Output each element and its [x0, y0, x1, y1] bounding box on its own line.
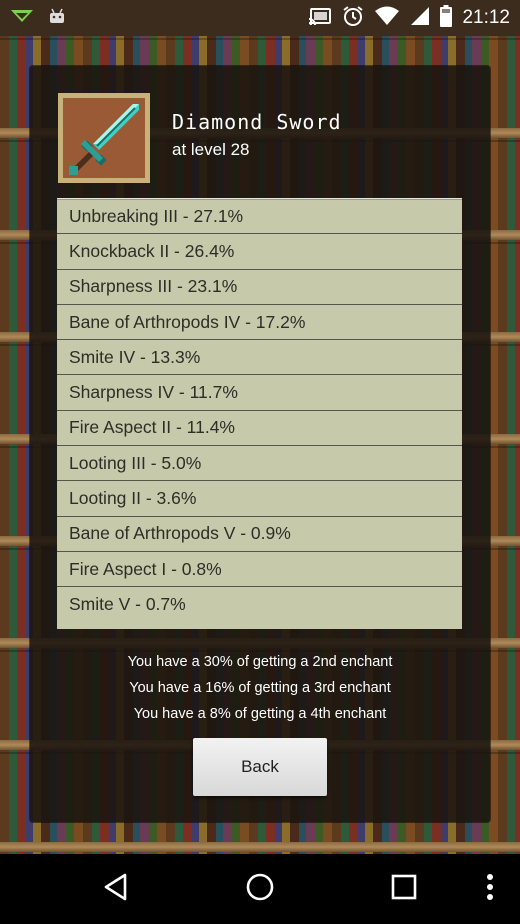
item-slot: [58, 93, 150, 183]
overflow-menu-icon: [486, 873, 494, 906]
list-item[interactable]: Sharpness IV - 11.7%: [57, 375, 462, 411]
chance-3rd-enchant: You have a 16% of getting a 3rd enchant: [129, 680, 391, 696]
back-button[interactable]: Back: [193, 738, 327, 796]
status-bar: 21:12: [0, 0, 520, 36]
list-item[interactable]: Smite V - 0.7%: [57, 587, 462, 622]
download-notification-icon: [10, 8, 34, 29]
list-item[interactable]: Sharpness III - 23.1%: [57, 270, 462, 305]
list-item[interactable]: Bane of Arthropods IV - 17.2%: [57, 305, 462, 341]
list-item[interactable]: Bane of Arthropods V - 0.9%: [57, 517, 462, 552]
android-notification-icon: [48, 7, 66, 30]
list-item[interactable]: Fire Aspect II - 11.4%: [57, 411, 462, 447]
battery-icon: [440, 4, 453, 32]
alarm-icon: [342, 5, 364, 32]
list-item[interactable]: Knockback II - 26.4%: [57, 234, 462, 270]
back-nav-button[interactable]: [80, 854, 152, 924]
signal-icon: [410, 6, 430, 31]
list-item[interactable]: Smite IV - 13.3%: [57, 340, 462, 376]
cast-icon: [308, 7, 332, 30]
item-level: at level 28: [172, 140, 250, 159]
enchant-chances: You have a 30% of getting a 2nd enchant …: [30, 649, 490, 727]
enchant-dialog: Diamond Sword at level 28 Unbreaking III…: [30, 66, 490, 822]
list-item[interactable]: Looting III - 5.0%: [57, 446, 462, 482]
home-nav-button[interactable]: [224, 854, 296, 924]
list-item[interactable]: Unbreaking III - 27.1%: [57, 199, 462, 235]
recents-nav-icon: [391, 874, 417, 905]
enchant-list[interactable]: Unbreaking III - 27.1% Knockback II - 26…: [57, 198, 462, 629]
status-time: 21:12: [462, 7, 510, 28]
list-item[interactable]: Fire Aspect I - 0.8%: [57, 552, 462, 588]
overflow-menu-button[interactable]: [470, 854, 510, 924]
recents-nav-button[interactable]: [368, 854, 440, 924]
back-nav-icon: [103, 873, 129, 906]
item-name: Diamond Sword: [172, 110, 342, 134]
chance-2nd-enchant: You have a 30% of getting a 2nd enchant: [127, 654, 393, 670]
list-item[interactable]: Looting II - 3.6%: [57, 481, 462, 517]
home-nav-icon: [245, 872, 275, 907]
wifi-icon: [374, 6, 400, 31]
diamond-sword-icon: [63, 98, 145, 182]
navigation-bar: [0, 854, 520, 924]
chance-4th-enchant: You have a 8% of getting a 4th enchant: [133, 706, 387, 722]
